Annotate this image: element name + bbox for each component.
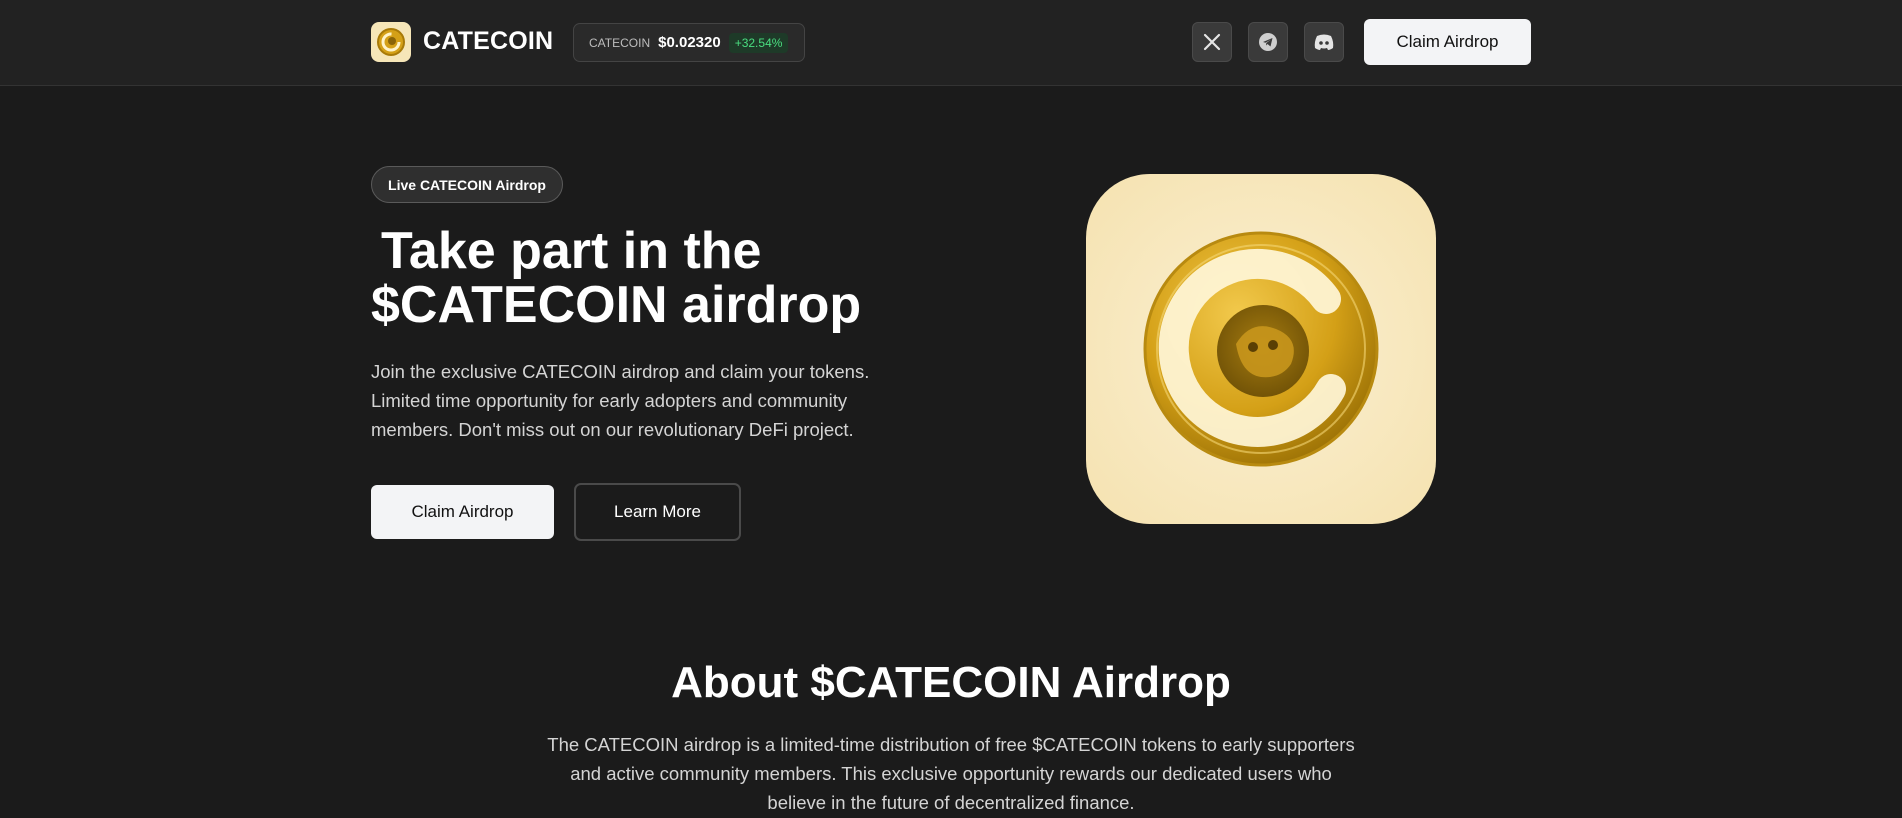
top-nav: CATECOIN CATECOIN $0.02320 +32.54% Claim… [0, 0, 1902, 86]
telegram-link[interactable] [1248, 22, 1288, 62]
ticker-price: $0.02320 [658, 34, 721, 51]
hero-claim-airdrop-button[interactable]: Claim Airdrop [371, 485, 554, 539]
brand-name[interactable]: CATECOIN [423, 27, 553, 56]
hero-title: Take part in the $CATECOIN airdrop [371, 224, 931, 332]
telegram-icon [1259, 33, 1277, 51]
header-claim-airdrop-button[interactable]: Claim Airdrop [1364, 19, 1531, 65]
discord-icon [1314, 34, 1334, 50]
learn-more-button[interactable]: Learn More [574, 483, 741, 541]
ticker-change-badge: +32.54% [728, 32, 789, 53]
catecoin-coin-icon [1143, 231, 1379, 467]
about-description: The CATECOIN airdrop is a limited-time d… [547, 734, 1355, 813]
catecoin-coin-image [1086, 174, 1436, 524]
live-airdrop-badge: Live CATECOIN Airdrop [371, 166, 563, 203]
hero-title-line2: $CATECOIN airdrop [371, 276, 862, 334]
about-title: About $CATECOIN Airdrop [671, 658, 1231, 707]
catecoin-logo-icon[interactable] [371, 22, 411, 62]
x-twitter-icon [1203, 33, 1221, 51]
x-twitter-link[interactable] [1192, 22, 1232, 62]
hero-title-line1: Take part in the [381, 222, 762, 280]
price-ticker: CATECOIN $0.02320 +32.54% [573, 23, 805, 62]
discord-link[interactable] [1304, 22, 1344, 62]
ticker-symbol: CATECOIN [589, 35, 651, 50]
hero-description: Join the exclusive CATECOIN airdrop and … [371, 361, 870, 440]
